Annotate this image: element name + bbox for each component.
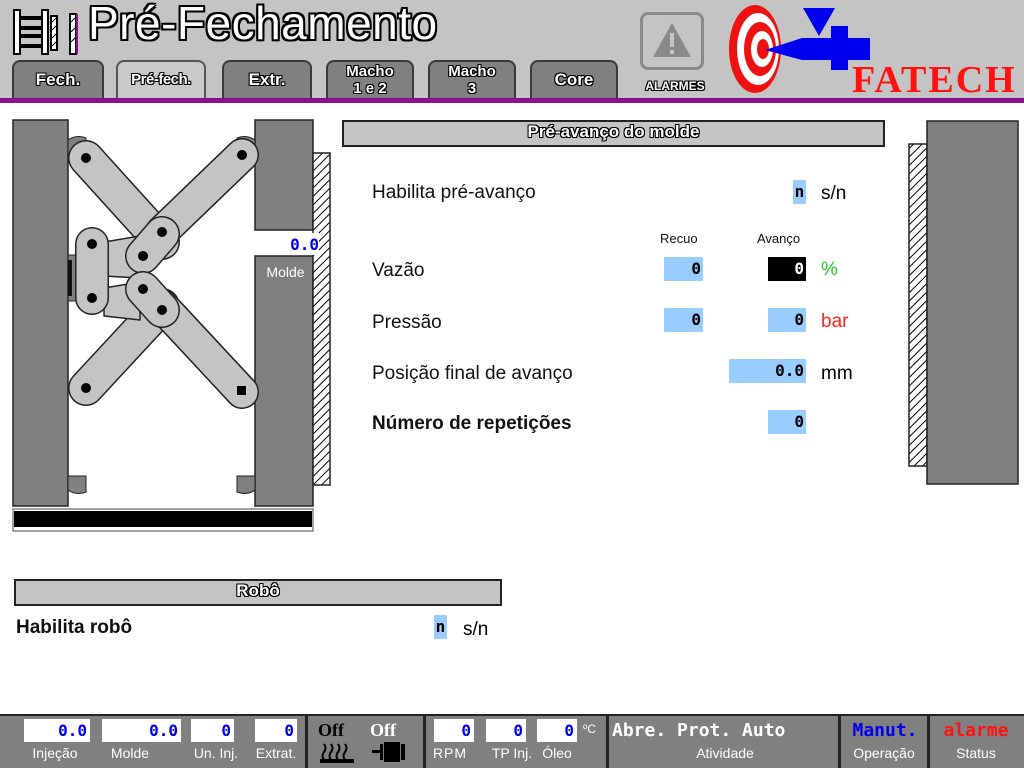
moving-plate-lower — [254, 255, 314, 507]
motor-state: Off — [370, 720, 396, 740]
enable-pre-advance-unit: s/n — [821, 183, 847, 204]
rpm-label: RPM — [432, 745, 468, 761]
tab-macho-1-2[interactable]: Macho 1 e 2 — [326, 60, 414, 98]
flow-recuo-field[interactable]: 0 — [664, 257, 703, 281]
activity-label: Atividade — [696, 745, 754, 761]
oil-temperature-label: Óleo — [542, 745, 572, 761]
flow-label: Vazão — [372, 260, 425, 281]
status-separator — [305, 714, 308, 768]
toggle-clamp-diagram — [12, 119, 331, 532]
tab-fechamento[interactable]: Fech. — [12, 60, 104, 98]
extractor-value: 0 — [255, 719, 297, 742]
robot-section-header: Robô — [14, 579, 502, 606]
fixed-platen-diagram — [908, 120, 1019, 485]
tab-macho-3[interactable]: Macho 3 — [428, 60, 516, 98]
tab-core[interactable]: Core — [530, 60, 618, 98]
tab-label: Core — [554, 70, 594, 89]
column-header-recuo: Recuo — [660, 231, 698, 246]
robot-title: Robô — [236, 581, 280, 600]
fixed-plate — [926, 120, 1019, 485]
enable-robot-field[interactable]: n — [434, 615, 447, 639]
repetitions-field[interactable]: 0 — [768, 410, 806, 434]
operation-mode-label: Operação — [853, 745, 915, 761]
oil-temperature-value: 0 — [537, 719, 577, 742]
injection-unit-value: 0 — [191, 719, 234, 742]
header-divider — [0, 98, 1024, 103]
flow-avanco-field[interactable]: 0 — [768, 257, 806, 281]
repetitions-label: Número de repetições — [372, 413, 572, 434]
pre-advance-title: Pré-avanço do molde — [527, 122, 700, 141]
enable-pre-advance-field[interactable]: n — [793, 180, 806, 204]
mold-clamp-icon — [13, 9, 78, 55]
mold-half-fixed — [908, 143, 928, 467]
final-position-label: Posição final de avanço — [372, 363, 573, 384]
mold-position-status-value: 0.0 — [102, 719, 181, 742]
enable-pre-advance-label: Habilita pré-avanço — [372, 182, 536, 203]
heater-icon — [320, 743, 354, 763]
status-value: alarme — [943, 720, 1009, 741]
pressure-unit: bar — [821, 311, 849, 332]
mold-half — [312, 152, 331, 486]
injection-position-value: 0.0 — [24, 719, 90, 742]
mold-position-label: Molde — [266, 264, 305, 280]
column-header-avanco: Avanço — [757, 231, 801, 246]
mold-position-value: 0.0 — [255, 233, 319, 255]
tab-label-line1: Macho — [346, 63, 394, 80]
injection-unit-label: Un. Inj. — [193, 745, 239, 761]
operation-mode-value: Manut. — [852, 720, 918, 741]
status-separator — [606, 714, 609, 768]
warning-icon — [653, 23, 691, 57]
rear-plate — [12, 119, 69, 507]
pre-advance-section-header: Pré-avanço do molde — [342, 120, 885, 147]
oil-temperature-unit: ºC — [583, 722, 597, 736]
tab-label-line2: 3 — [467, 80, 477, 97]
tab-label: Fech. — [35, 70, 81, 89]
pressure-avanco-field[interactable]: 0 — [768, 308, 806, 332]
alarms-label: ALARMES — [645, 79, 705, 93]
status-separator — [423, 714, 426, 768]
pressure-label: Pressão — [372, 312, 442, 333]
final-position-field[interactable]: 0.0 — [729, 359, 806, 383]
alarms-button[interactable] — [640, 12, 704, 70]
final-position-unit: mm — [821, 363, 853, 384]
tab-label-line2: 1 e 2 — [353, 80, 387, 97]
mold-position-status-label: Molde — [110, 745, 150, 761]
activity-value: Abre. Prot. Auto — [612, 720, 786, 741]
heater-state: Off — [318, 720, 344, 740]
injection-time-value: 0 — [486, 719, 526, 742]
pressure-recuo-field[interactable]: 0 — [664, 308, 703, 332]
enable-robot-unit: s/n — [463, 619, 489, 640]
flow-unit: % — [821, 259, 838, 280]
tab-pre-fechamento[interactable]: Pré-fech. — [116, 60, 206, 98]
enable-robot-label: Habilita robô — [16, 617, 133, 638]
moving-plate-upper — [254, 119, 314, 231]
rpm-value: 0 — [434, 719, 474, 742]
tab-extracao[interactable]: Extr. — [222, 60, 312, 98]
page-title: Pré-Fechamento — [88, 0, 438, 49]
tab-label: Extr. — [248, 70, 286, 89]
tab-label-line1: Macho — [448, 63, 496, 80]
status-separator — [927, 714, 930, 768]
fatech-logo-text: FATECH — [852, 59, 1017, 101]
extractor-label: Extrat. — [255, 745, 297, 761]
motor-icon — [372, 742, 405, 762]
tab-label: Pré-fech. — [131, 71, 191, 88]
status-label: Status — [956, 745, 996, 761]
injection-position-label: Injeção — [32, 745, 78, 761]
injection-time-label: TP Inj. — [491, 745, 533, 761]
